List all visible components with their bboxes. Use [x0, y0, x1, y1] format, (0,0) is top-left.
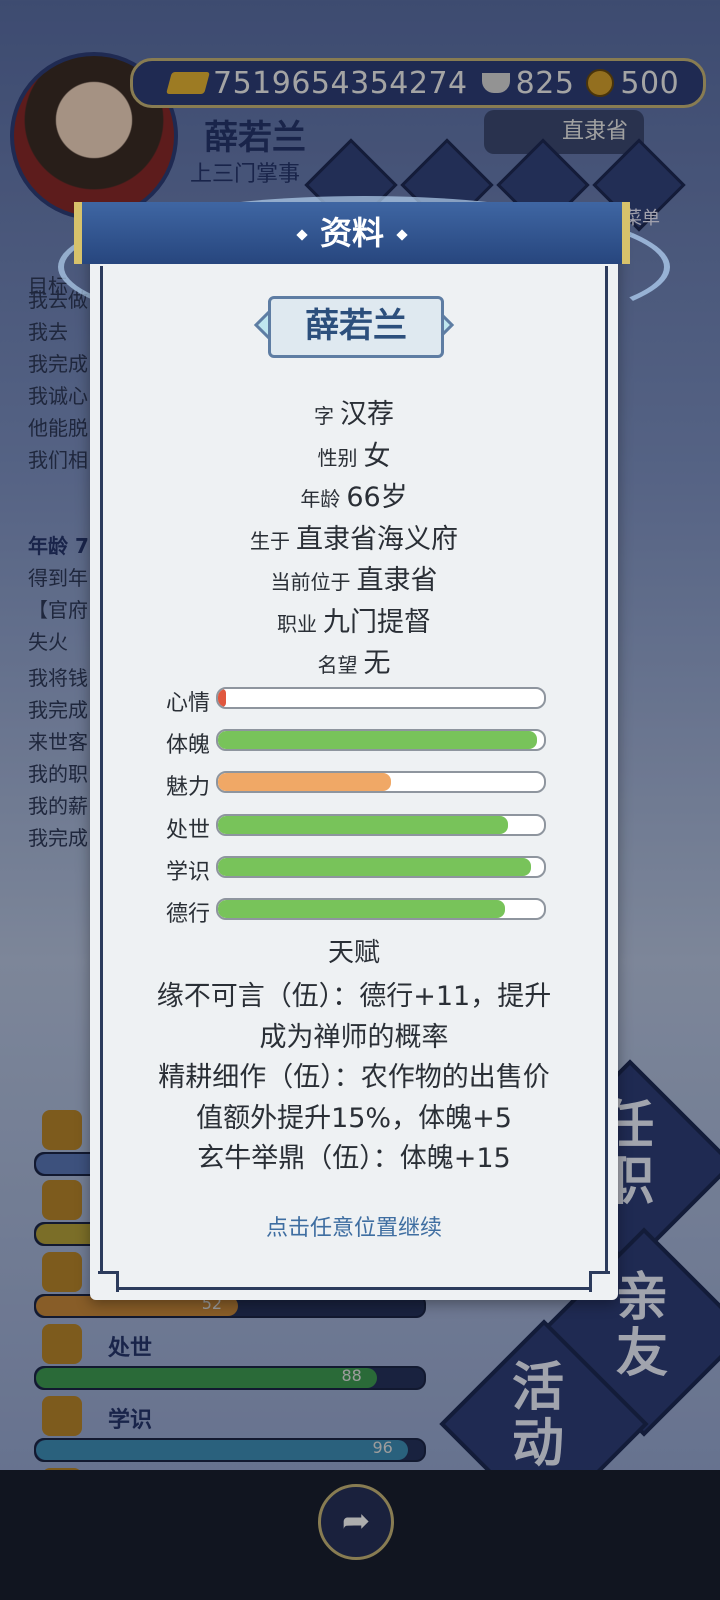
info-label: 字	[314, 404, 334, 428]
stat-bar	[216, 687, 546, 709]
frame-corner	[589, 1271, 610, 1292]
character-name-plate: 薛若兰	[268, 296, 444, 358]
talent-line: 精耕细作（伍）：农作物的出售价	[158, 1062, 550, 1093]
info-label: 名望	[317, 653, 358, 677]
talent-line: 缘不可言（伍）：德行+11，提升	[156, 981, 552, 1012]
frame-corner	[98, 1271, 119, 1292]
stat-bar	[216, 813, 546, 836]
stat-label: 学识	[165, 859, 210, 885]
stat-bar-fill	[218, 731, 538, 750]
talent-line: 成为禅师的概率	[259, 1021, 449, 1053]
stat-label: 德行	[165, 902, 210, 927]
info-label: 当前位于	[270, 570, 351, 594]
stat-label: 魅力	[165, 775, 210, 801]
stat-bar-fill	[218, 900, 505, 918]
stat-bar-fill	[218, 857, 531, 876]
talent-line: 值额外提升15%，体魄+5	[196, 1102, 512, 1134]
stat-label: 心情	[165, 691, 210, 716]
info-value: 无	[363, 648, 391, 679]
info-label: 职业	[277, 611, 317, 636]
dialog-header: 资料	[74, 202, 630, 264]
stat-bar	[216, 898, 546, 920]
stat-bar-fill	[218, 773, 391, 792]
stat-bar-fill	[218, 689, 227, 707]
stat-bar	[216, 729, 546, 752]
diamond-dot-icon	[396, 229, 408, 241]
info-value: 直隶省海义府	[296, 523, 458, 555]
info-row: 年龄 66岁	[90, 475, 618, 514]
stat-bar	[216, 771, 546, 794]
info-row: 字汉荐	[90, 392, 618, 431]
info-label: 年龄	[300, 487, 341, 511]
info-row: 生于 直隶省海义府	[90, 517, 618, 556]
info-label: 性别	[317, 445, 358, 470]
info-row: 当前位于 直隶省	[90, 558, 618, 597]
info-value: 女	[363, 440, 391, 472]
info-row: 名望无	[90, 641, 618, 680]
info-value: 九门提督	[323, 606, 431, 638]
info-value: 直隶省	[356, 565, 438, 596]
info-value: 66岁	[346, 482, 408, 513]
talent-line: 玄牛举鼎（伍）：体魄+15	[197, 1143, 511, 1174]
continue-hint[interactable]: 点击任意位置继续	[90, 1210, 618, 1242]
stat-label: 处世	[165, 817, 210, 843]
talent-heading: 天赋	[327, 938, 380, 968]
stat-label: 体魄	[165, 733, 210, 759]
info-value: 汉荐	[340, 399, 394, 430]
info-row: 职业 九门提督	[90, 600, 618, 639]
info-label: 生于	[250, 528, 290, 553]
diamond-dot-icon	[296, 229, 308, 241]
info-row: 性别女	[90, 434, 618, 473]
stat-bar	[216, 855, 546, 878]
dialog-title: 资料	[319, 214, 384, 252]
stat-bar-fill	[218, 815, 509, 834]
